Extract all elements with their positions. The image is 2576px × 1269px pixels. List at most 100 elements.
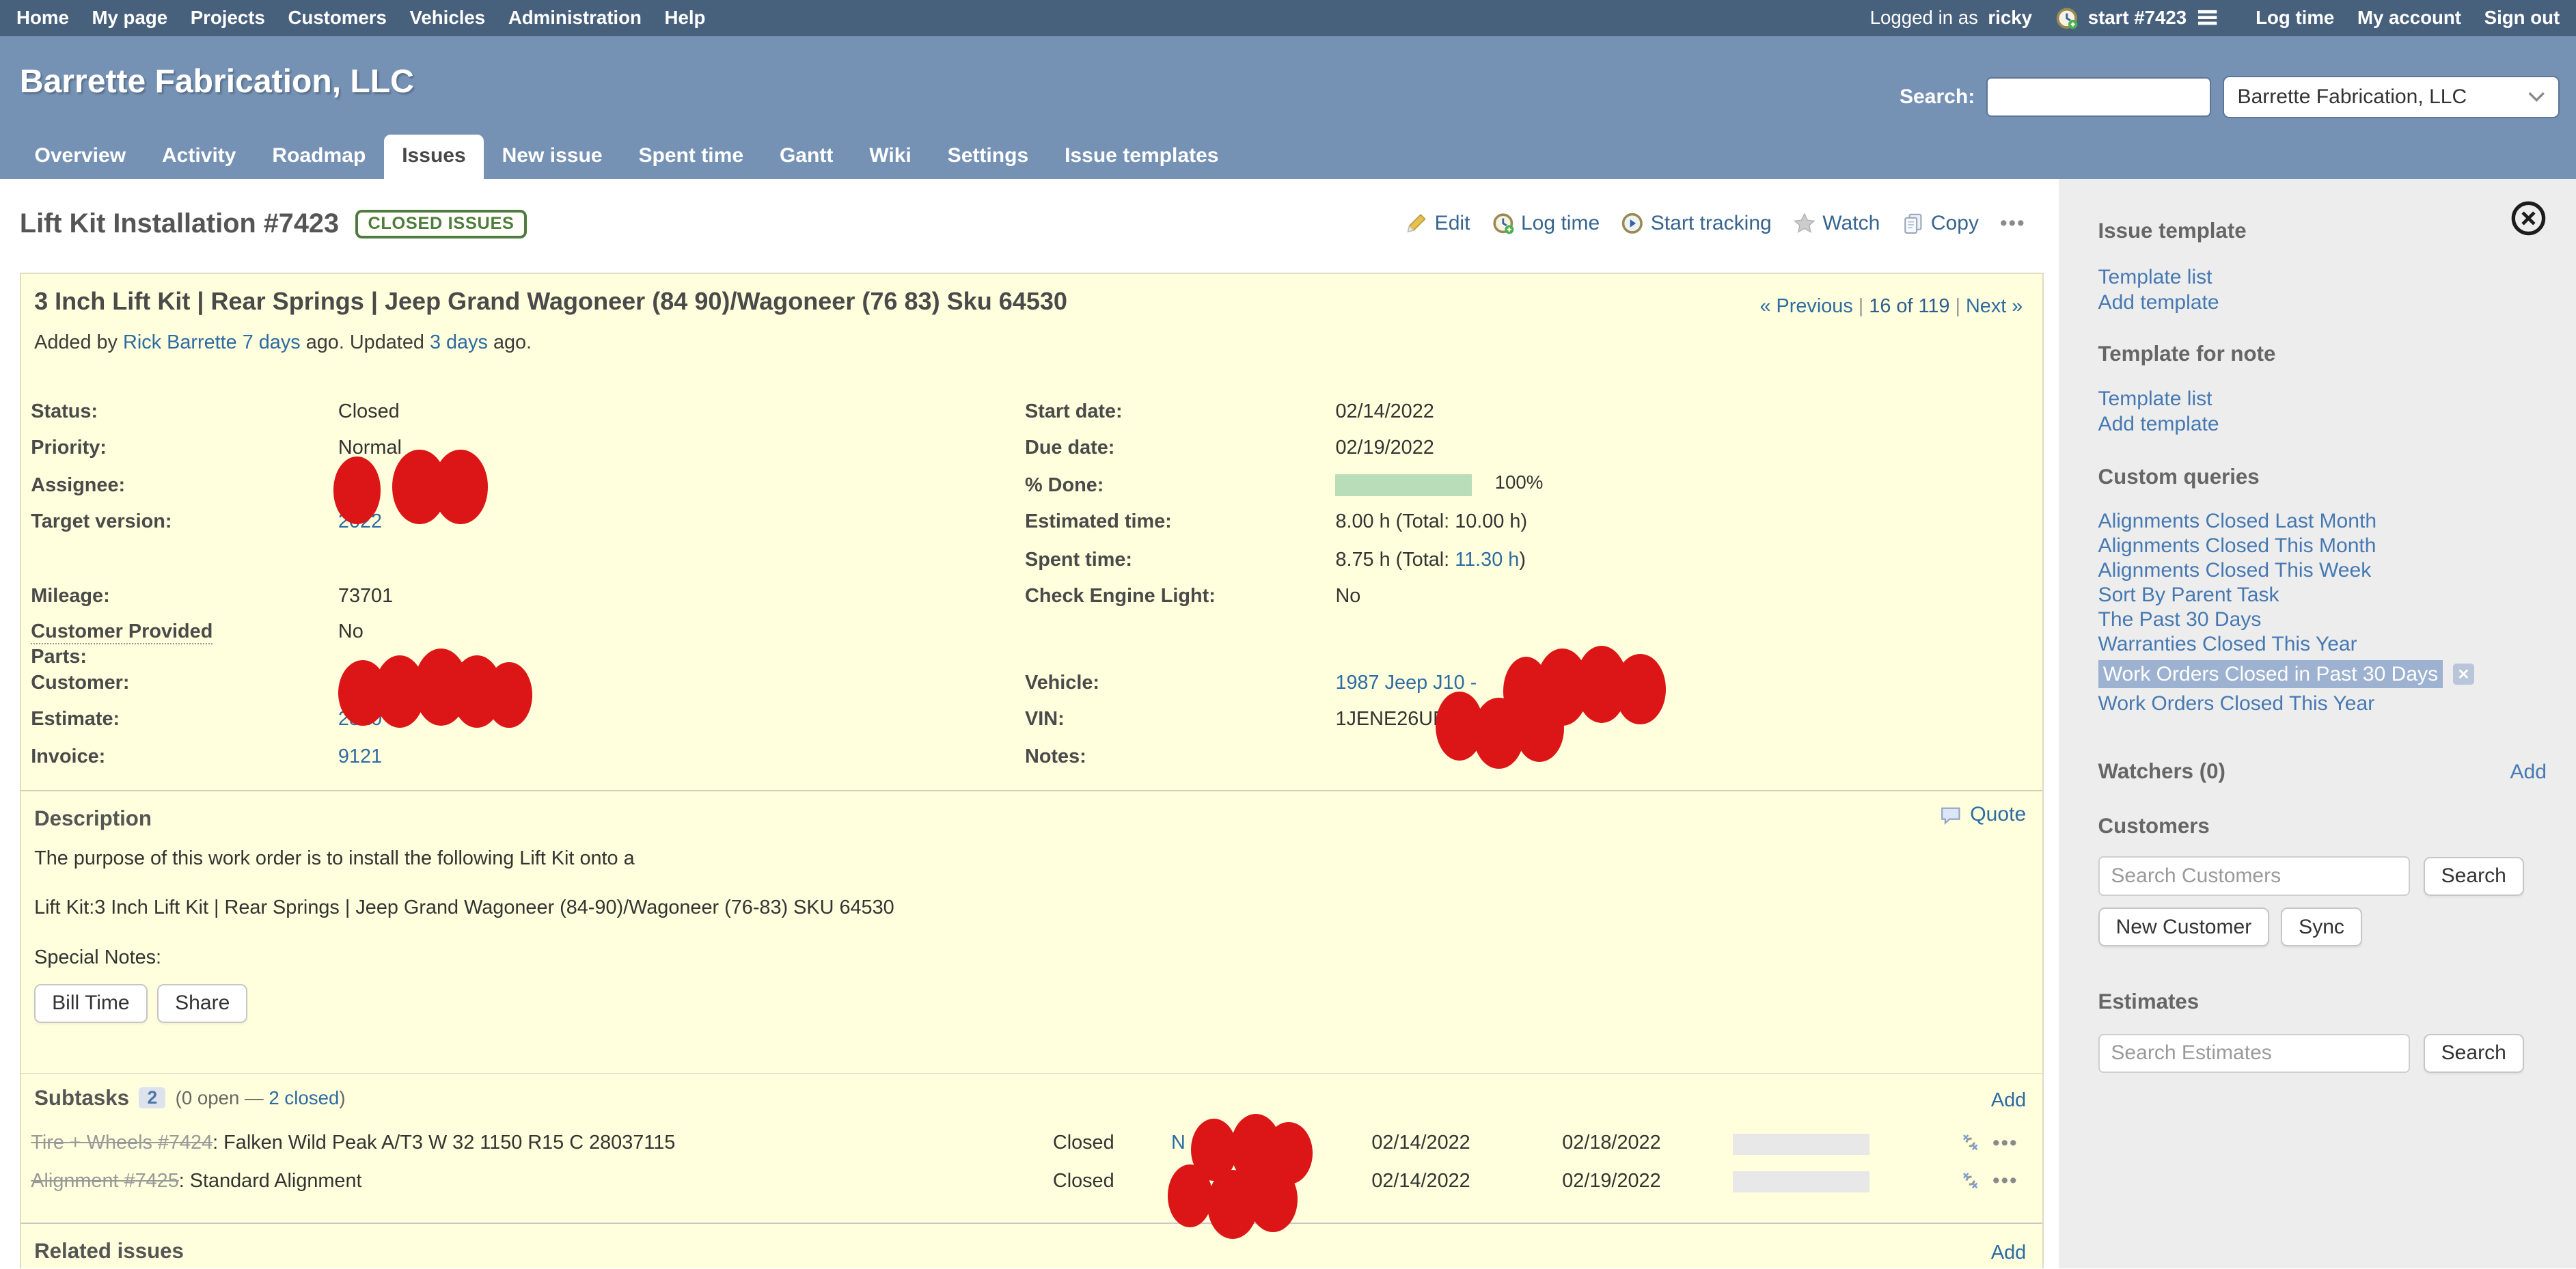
timer-clock-icon[interactable] xyxy=(2055,7,2079,30)
tab-activity[interactable]: Activity xyxy=(144,135,254,179)
logged-in-user-link[interactable]: ricky xyxy=(1988,7,2032,29)
more-actions-button[interactable]: ••• xyxy=(2000,213,2026,235)
subtask-link[interactable]: Alignment #7425 xyxy=(31,1170,178,1192)
search-customers-input[interactable] xyxy=(2098,856,2411,896)
check-engine-light-value: No xyxy=(1335,585,1360,608)
subtask-assignee-redacted[interactable]: N xyxy=(1171,1132,1186,1154)
share-button[interactable]: Share xyxy=(157,984,247,1023)
search-label: Search: xyxy=(1900,85,1975,109)
topnav-projects[interactable]: Projects xyxy=(191,7,265,29)
invoice-label: Invoice: xyxy=(31,746,105,768)
topnav-my-page[interactable]: My page xyxy=(92,7,167,29)
customers-heading: Customers xyxy=(2098,814,2550,838)
subtask-subject: : Standard Alignment xyxy=(179,1170,362,1192)
add-template-link[interactable]: Add template xyxy=(2098,290,2550,315)
description-paragraph: Special Notes: xyxy=(34,946,161,969)
project-title: Barrette Fabrication, LLC xyxy=(20,62,414,100)
topnav-customers[interactable]: Customers xyxy=(288,7,386,29)
invoice-link[interactable]: 9121 xyxy=(338,746,382,768)
estimated-time-label: Estimated time: xyxy=(1025,510,1172,533)
custom-queries-heading: Custom queries xyxy=(2098,465,2550,489)
issue-content-area: Lift Kit Installation #7423 CLOSED ISSUE… xyxy=(0,179,2059,1268)
tab-settings[interactable]: Settings xyxy=(929,135,1046,179)
note-template-list-link[interactable]: Template list xyxy=(2098,386,2550,411)
tab-overview[interactable]: Overview xyxy=(16,135,144,179)
custom-query-link[interactable]: Alignments Closed This Month xyxy=(2098,534,2550,558)
start-tracking-button[interactable]: Start tracking xyxy=(1621,212,1771,235)
added-ago-link[interactable]: 7 days xyxy=(243,331,301,353)
close-sidebar-icon[interactable] xyxy=(2510,200,2547,236)
search-estimates-input[interactable] xyxy=(2098,1034,2411,1074)
closed-subtasks-link[interactable]: 2 closed xyxy=(269,1087,339,1108)
subtask-more-button[interactable]: ••• xyxy=(1992,1132,2018,1155)
tab-gantt[interactable]: Gantt xyxy=(762,135,851,179)
subtask-link[interactable]: Tire + Wheels #7424 xyxy=(31,1132,213,1154)
check-engine-light-label: Check Engine Light: xyxy=(1025,585,1216,608)
subtask-row: Tire + Wheels #7424: Falken Wild Peak A/… xyxy=(21,1132,2042,1168)
start-timer-link[interactable]: start #7423 xyxy=(2088,7,2187,29)
tab-issue-templates[interactable]: Issue templates xyxy=(1047,135,1237,179)
tab-new-issue[interactable]: New issue xyxy=(484,135,620,179)
vin-value-redacted: 1JENE26UE xyxy=(1335,708,1446,731)
new-customer-button[interactable]: New Customer xyxy=(2098,908,2270,946)
author-link[interactable]: Rick Barrette xyxy=(123,331,237,353)
copy-button[interactable]: Copy xyxy=(1902,212,1979,235)
spent-time-total-link[interactable]: 11.30 h xyxy=(1455,549,1519,571)
note-add-template-link[interactable]: Add template xyxy=(2098,411,2550,437)
custom-query-link-selected[interactable]: Work Orders Closed in Past 30 Days xyxy=(2098,660,2443,688)
custom-query-link[interactable]: The Past 30 Days xyxy=(2098,608,2550,632)
status-value: Closed xyxy=(338,400,400,423)
project-jump-select[interactable]: Barrette Fabrication, LLC xyxy=(2223,76,2560,119)
log-time-button[interactable]: Log time xyxy=(1492,212,1600,235)
topnav-sign-out[interactable]: Sign out xyxy=(2484,7,2560,29)
topnav-administration[interactable]: Administration xyxy=(508,7,642,29)
global-search-input[interactable] xyxy=(1986,77,2211,117)
redaction-blob xyxy=(486,662,532,728)
done-value: 100% xyxy=(1495,472,1544,493)
search-customers-button[interactable]: Search xyxy=(2424,857,2524,896)
vin-label: VIN: xyxy=(1025,708,1065,731)
page-title: Lift Kit Installation #7423 xyxy=(20,208,339,239)
tab-wiki[interactable]: Wiki xyxy=(851,135,929,179)
customer-label: Customer: xyxy=(31,672,129,694)
custom-query-link[interactable]: Alignments Closed Last Month xyxy=(2098,509,2550,534)
topnav-home[interactable]: Home xyxy=(16,7,69,29)
watch-button[interactable]: Watch xyxy=(1793,212,1880,235)
topnav-help[interactable]: Help xyxy=(665,7,706,29)
subtask-due-date: 02/19/2022 xyxy=(1562,1170,1660,1192)
subtask-row: Alignment #7425: Standard Alignment Clos… xyxy=(21,1170,2042,1206)
bill-time-button[interactable]: Bill Time xyxy=(34,984,148,1023)
tab-spent-time[interactable]: Spent time xyxy=(620,135,761,179)
spent-time-value: 8.75 h (Total: 11.30 h) xyxy=(1335,549,1526,571)
template-for-note-heading: Template for note xyxy=(2098,342,2550,366)
custom-query-link[interactable]: Alignments Closed This Week xyxy=(2098,558,2550,583)
edit-button[interactable]: Edit xyxy=(1405,212,1470,235)
topnav-log-time[interactable]: Log time xyxy=(2256,7,2334,29)
vehicle-link-redacted[interactable]: 1987 Jeep J10 - xyxy=(1335,672,1477,694)
tab-issues[interactable]: Issues xyxy=(384,135,484,179)
custom-query-link[interactable]: Sort By Parent Task xyxy=(2098,583,2550,608)
add-related-issue-link[interactable]: Add xyxy=(1991,1242,2026,1264)
redaction-blob xyxy=(433,450,487,523)
unlink-icon[interactable] xyxy=(1960,1170,1983,1193)
tab-roadmap[interactable]: Roadmap xyxy=(254,135,384,179)
subtask-more-button[interactable]: ••• xyxy=(1992,1170,2018,1192)
clear-query-icon[interactable]: ✕ xyxy=(2453,664,2474,685)
search-estimates-button[interactable]: Search xyxy=(2424,1034,2524,1073)
add-subtask-link[interactable]: Add xyxy=(1991,1089,2026,1112)
custom-query-link[interactable]: Warranties Closed This Year xyxy=(2098,632,2550,657)
previous-issue-link[interactable]: « Previous xyxy=(1759,295,1852,317)
topnav-my-account[interactable]: My account xyxy=(2357,7,2461,29)
updated-ago-link[interactable]: 3 days xyxy=(430,331,488,353)
sync-button[interactable]: Sync xyxy=(2281,908,2362,946)
custom-query-link[interactable]: Work Orders Closed This Year xyxy=(2098,692,2550,716)
quote-button[interactable]: Quote xyxy=(1939,803,2027,826)
template-list-link[interactable]: Template list xyxy=(2098,264,2550,290)
topnav-vehicles[interactable]: Vehicles xyxy=(410,7,486,29)
add-watcher-link[interactable]: Add xyxy=(2510,759,2547,784)
next-issue-link[interactable]: Next » xyxy=(1966,295,2023,317)
logged-in-label: Logged in as xyxy=(1870,7,1978,29)
timer-list-icon[interactable] xyxy=(2197,7,2220,30)
description-heading: Description xyxy=(34,806,152,831)
unlink-icon[interactable] xyxy=(1960,1132,1983,1155)
